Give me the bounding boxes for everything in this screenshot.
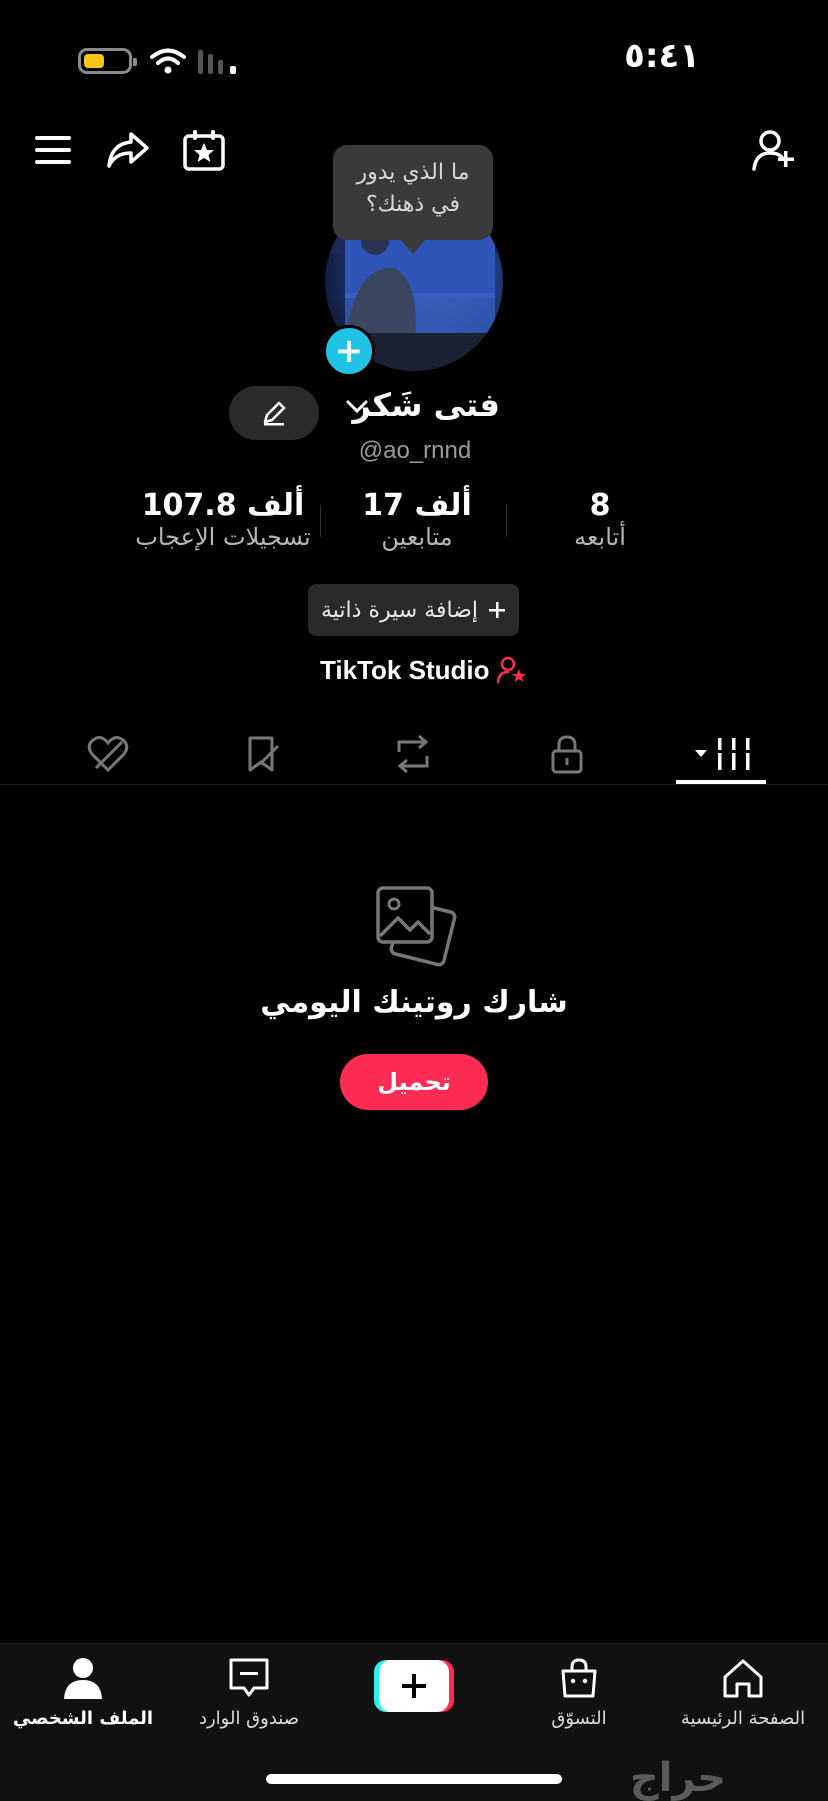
create-button[interactable] [374, 1660, 454, 1712]
battery-icon [78, 48, 137, 74]
profile-icon [64, 1658, 102, 1699]
share-icon[interactable] [98, 120, 158, 180]
likes-count: 107.8 ألف [141, 488, 305, 523]
plus-icon [489, 602, 505, 618]
repost-icon [397, 734, 429, 774]
add-bio-button[interactable]: إضافة سيرة ذاتية [308, 584, 519, 636]
tooltip-line-2: في ذهنك؟ [365, 192, 461, 217]
edit-profile-button[interactable] [229, 386, 319, 440]
nav-home-label: الصفحة الرئيسية [680, 1708, 806, 1729]
watermark-logo: حراج [629, 1755, 727, 1801]
nav-shop-label: التسوّق [551, 1708, 607, 1729]
lock-icon [551, 735, 583, 774]
tooltip-line-1: ما الذي يدور [356, 160, 470, 185]
liked-hidden-icon [87, 736, 129, 773]
chevron-down-icon[interactable] [345, 398, 369, 416]
tab-videos[interactable] [684, 724, 760, 784]
likes-label: تسجيلات الإعجاب [135, 523, 311, 551]
profile-handle: @ao_rnnd [358, 437, 472, 464]
inbox-icon [229, 1658, 269, 1697]
signal-icon [198, 50, 236, 74]
nav-profile-label: الملف الشخصي [12, 1708, 154, 1729]
home-icon [723, 1659, 763, 1698]
pencil-icon [263, 401, 286, 426]
upload-button[interactable]: تحميل [340, 1054, 488, 1110]
bio-label: إضافة سيرة ذاتية [321, 597, 478, 623]
creator-star-icon [497, 656, 527, 684]
add-avatar-button[interactable]: + [323, 325, 375, 377]
tiktok-studio-link[interactable]: TikTok Studio [320, 652, 540, 688]
empty-state-message: شارك روتينك اليومي [260, 985, 568, 1020]
tabs-divider [0, 784, 828, 785]
stat-likes[interactable]: 107.8 ألف تسجيلات الإعجاب [128, 488, 318, 551]
tab-private[interactable] [537, 724, 597, 784]
stat-followers[interactable]: 17 ألف متابعين [352, 488, 482, 551]
add-friend-icon[interactable] [745, 120, 805, 180]
nav-shop[interactable]: التسوّق [504, 1654, 654, 1729]
calendar-star-icon[interactable] [174, 120, 234, 180]
studio-label: TikTok Studio [320, 654, 490, 685]
favorites-hidden-icon [248, 736, 280, 772]
tab-reposts[interactable] [383, 724, 443, 784]
nav-home[interactable]: الصفحة الرئيسية [668, 1654, 818, 1729]
following-label: أتابعه [574, 523, 626, 551]
menu-icon[interactable] [23, 120, 83, 180]
stats-divider [506, 505, 507, 537]
tab-liked[interactable] [78, 724, 138, 784]
shopping-bag-icon [561, 1658, 597, 1698]
home-indicator [266, 1774, 562, 1784]
status-time: ٥:٤١ [624, 36, 700, 76]
nav-inbox-label: صندوق الوارد [198, 1708, 300, 1729]
nav-inbox[interactable]: صندوق الوارد [174, 1654, 324, 1729]
followers-count: 17 ألف [362, 488, 472, 523]
wifi-icon [150, 48, 186, 74]
videos-grid-icon [695, 738, 753, 770]
nav-profile[interactable]: الملف الشخصي [8, 1654, 158, 1729]
following-count: 8 [589, 488, 611, 523]
stat-following[interactable]: 8 أتابعه [540, 488, 660, 551]
followers-label: متابعين [381, 523, 453, 551]
prompt-tooltip[interactable]: ما الذي يدور في ذهنك؟ [333, 145, 493, 254]
tab-favorites[interactable] [232, 724, 292, 784]
photos-icon [376, 886, 457, 967]
stats-divider [320, 505, 321, 537]
